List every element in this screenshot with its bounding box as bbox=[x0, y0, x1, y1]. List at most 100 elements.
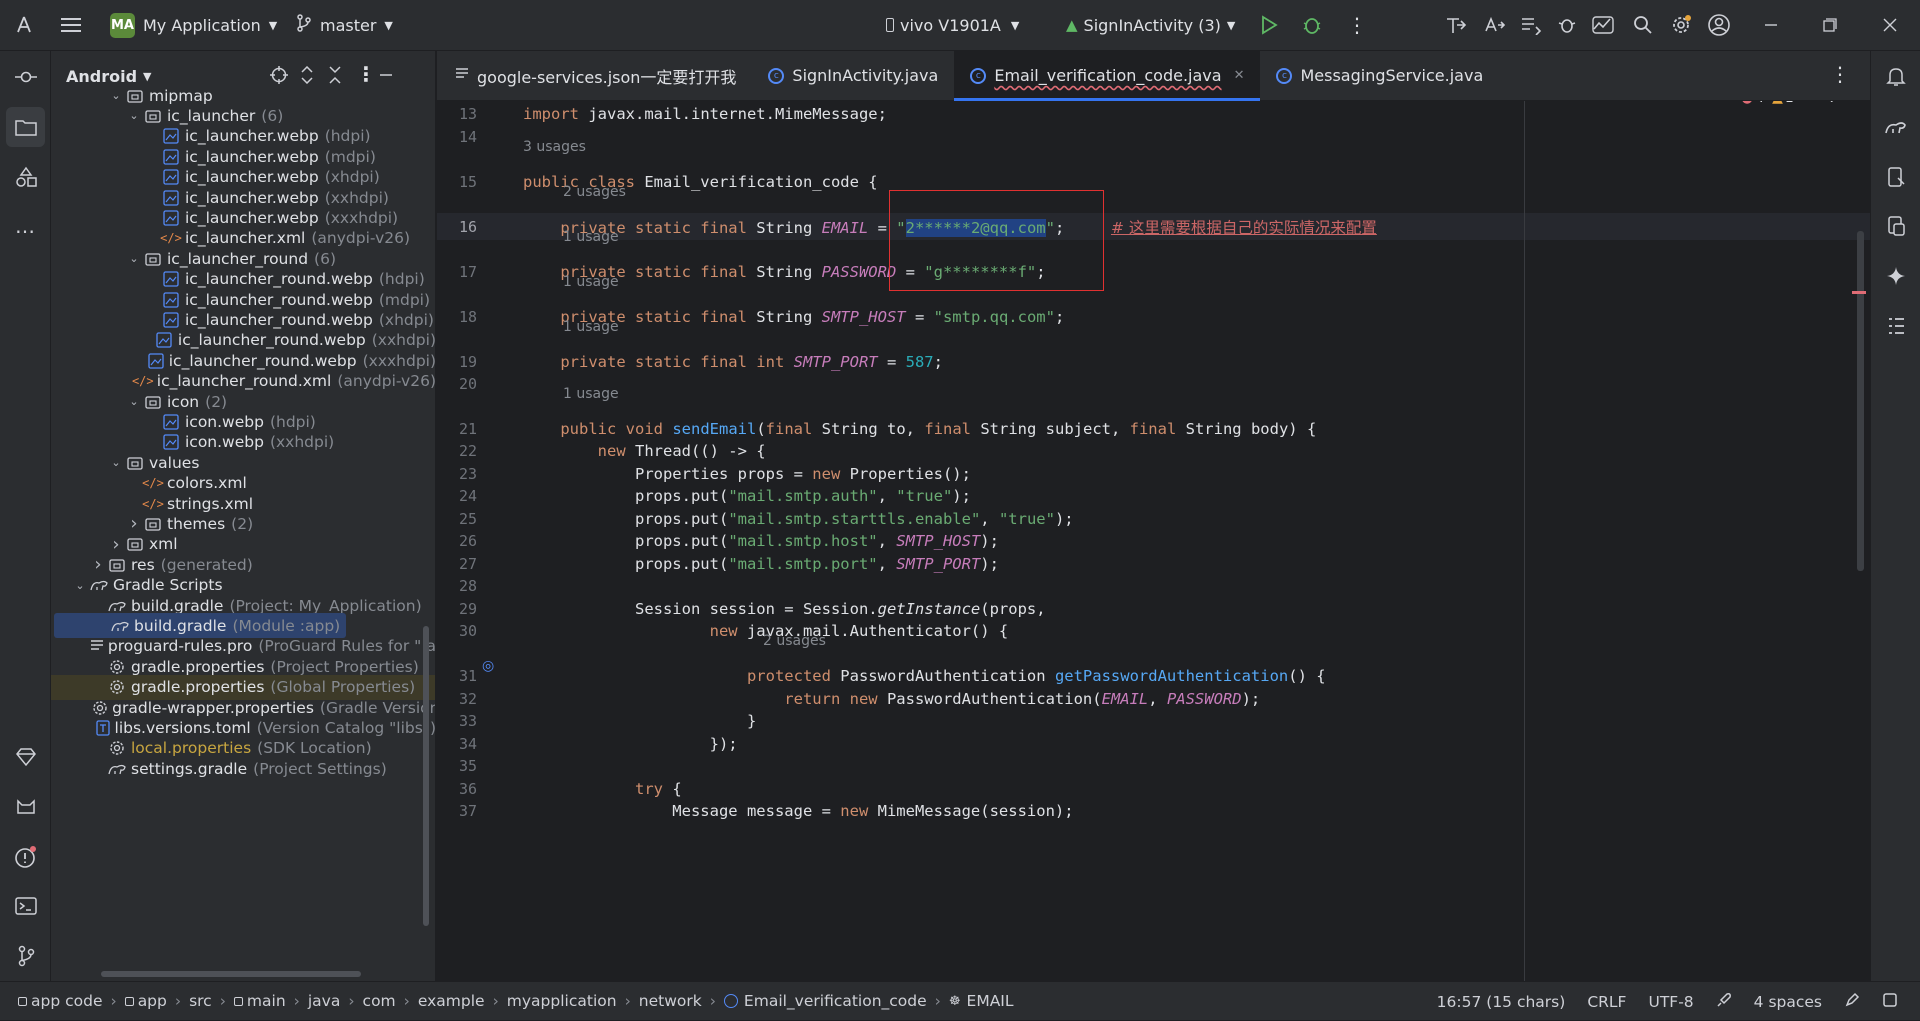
gemini-icon[interactable] bbox=[0, 737, 51, 777]
project-switcher[interactable]: MA My Application ▼ bbox=[110, 0, 277, 51]
close-tab-icon[interactable]: ✕ bbox=[1234, 68, 1245, 83]
more-tool-windows-icon[interactable]: … bbox=[0, 206, 51, 246]
tree-item-hint: (generated) bbox=[160, 555, 253, 574]
previous-highlight-icon[interactable]: ⌃ bbox=[1806, 101, 1815, 105]
chevron-down-icon[interactable]: ⌄ bbox=[107, 456, 125, 469]
editor-tab-bar: google-services.json一定要打开我 c SignInActivit… bbox=[437, 50, 1870, 101]
run-button[interactable] bbox=[1260, 0, 1278, 51]
tab-list-more-icon[interactable]: ⋮ bbox=[1830, 62, 1850, 86]
chevron-down-icon: ▼ bbox=[1226, 18, 1236, 32]
breadcrumb-item[interactable]: java bbox=[308, 992, 340, 1010]
code-line[interactable]: 18 private static final String SMTP_HOST… bbox=[437, 303, 1870, 330]
chevron-down-icon[interactable]: ⌄ bbox=[125, 252, 143, 265]
editor-tab[interactable]: c SignInActivity.java bbox=[752, 51, 954, 101]
memory-indicator-icon[interactable] bbox=[1882, 992, 1898, 1012]
code-line[interactable]: 15 public class Email_verification_code { bbox=[437, 168, 1870, 195]
version-control-icon[interactable] bbox=[0, 936, 51, 976]
editor-tab[interactable]: c Email_verification_code.java ✕ bbox=[954, 50, 1261, 101]
chevron-down-icon[interactable]: ⌄ bbox=[125, 395, 143, 408]
device-selector[interactable]: vivo V1901A ▼ bbox=[886, 0, 1019, 51]
breadcrumb-item[interactable]: network bbox=[639, 992, 702, 1010]
account-icon[interactable] bbox=[1707, 0, 1731, 51]
breadcrumb-item[interactable]: app code bbox=[18, 992, 102, 1010]
search-icon[interactable] bbox=[1633, 0, 1653, 51]
folder-icon bbox=[143, 250, 163, 268]
structure-icon[interactable] bbox=[1871, 306, 1920, 346]
main-menu-icon[interactable] bbox=[60, 0, 82, 51]
code-editor[interactable]: 12import javax.mail.internet.InternetAdd… bbox=[437, 101, 1870, 981]
read-only-toggle-icon[interactable] bbox=[1844, 992, 1860, 1012]
usages-inlay-hint[interactable]: 1 usage bbox=[563, 319, 619, 339]
tree-item-label: ic_launcher_round.webp bbox=[185, 270, 373, 289]
gemini-sparkle-icon[interactable] bbox=[1871, 256, 1920, 296]
sync-icon[interactable] bbox=[1520, 0, 1542, 51]
tree-horizontal-scrollbar[interactable] bbox=[101, 971, 361, 977]
line-separator[interactable]: CRLF bbox=[1587, 993, 1626, 1011]
settings-gear-icon[interactable] bbox=[1670, 0, 1692, 51]
usages-inlay-hint[interactable]: 2 usages bbox=[763, 633, 826, 653]
problems-icon[interactable] bbox=[0, 837, 51, 877]
terminal-icon[interactable] bbox=[0, 886, 51, 926]
gradle-icon[interactable] bbox=[1871, 107, 1920, 147]
code-text: props.put("mail.smtp.host", SMTP_HOST); bbox=[523, 531, 999, 550]
profiler-icon[interactable] bbox=[1592, 0, 1614, 51]
logcat-icon[interactable] bbox=[0, 787, 51, 827]
tree-item[interactable]: settings.gradle (Project Settings) bbox=[51, 756, 435, 781]
attach-debugger-icon[interactable] bbox=[1557, 0, 1577, 51]
apply-code-changes-icon[interactable] bbox=[1484, 0, 1506, 51]
chevron-down-icon[interactable]: ▼ bbox=[143, 70, 151, 83]
debug-button[interactable] bbox=[1302, 0, 1322, 51]
caret-position[interactable]: 16:57 (15 chars) bbox=[1437, 993, 1566, 1011]
breadcrumb-item[interactable]: main bbox=[233, 992, 286, 1010]
breadcrumb-item[interactable]: example bbox=[418, 992, 485, 1010]
device-manager-icon[interactable] bbox=[1871, 157, 1920, 197]
vcs-branch-widget[interactable]: master ▼ bbox=[296, 0, 393, 51]
file-encoding[interactable]: UTF-8 bbox=[1648, 993, 1693, 1011]
restore-window-icon[interactable] bbox=[1823, 0, 1837, 51]
line-number: 13 bbox=[458, 104, 477, 123]
usages-inlay-hint[interactable]: 1 usage bbox=[563, 229, 619, 249]
minimize-window-icon[interactable] bbox=[1764, 0, 1778, 51]
usages-inlay-hint[interactable]: 3 usages bbox=[523, 139, 586, 159]
resource-manager-icon[interactable] bbox=[0, 157, 51, 197]
breadcrumb-item[interactable]: com bbox=[363, 992, 396, 1010]
breadcrumb-item[interactable]: myapplication bbox=[507, 992, 617, 1010]
apply-changes-icon[interactable] bbox=[1445, 0, 1467, 51]
code-line[interactable]: 20 bbox=[437, 370, 1870, 397]
rocket-icon[interactable] bbox=[1716, 992, 1732, 1012]
code-line[interactable]: 37 Message message = new MimeMessage(ses… bbox=[437, 797, 1870, 824]
breadcrumb-item[interactable]: app bbox=[124, 992, 167, 1010]
more-actions-icon[interactable]: ⋮ bbox=[1347, 0, 1367, 51]
implements-gutter-icon[interactable]: ◎ bbox=[482, 658, 494, 674]
error-stripe-marker[interactable] bbox=[1852, 291, 1866, 294]
code-line[interactable]: 16 private static final String EMAIL = "… bbox=[437, 213, 1870, 240]
breadcrumb-item[interactable]: ☸ EMAIL bbox=[949, 992, 1014, 1010]
breadcrumb-item[interactable]: Email_verification_code bbox=[723, 992, 927, 1010]
chevron-down-icon[interactable]: ⌄ bbox=[125, 109, 143, 122]
editor-tab[interactable]: c MessagingService.java bbox=[1260, 51, 1499, 101]
indent-setting[interactable]: 4 spaces bbox=[1754, 993, 1822, 1011]
usages-inlay-hint[interactable]: 1 usage bbox=[563, 386, 619, 406]
xml-file-icon: </> bbox=[131, 374, 154, 389]
inspection-widget[interactable]: ● 4 ▲ 1 ⌃ ⌄ bbox=[1741, 101, 1836, 106]
project-folder-icon[interactable] bbox=[6, 107, 45, 147]
editor-tab[interactable]: google-services.json一定要打开我 bbox=[437, 51, 752, 101]
usages-inlay-hint[interactable]: 2 usages bbox=[563, 184, 626, 204]
chevron-down-icon[interactable]: ⌄ bbox=[107, 89, 125, 102]
code-line[interactable]: 17 private static final String PASSWORD … bbox=[437, 258, 1870, 285]
notifications-icon[interactable] bbox=[1871, 57, 1920, 97]
commit-icon[interactable] bbox=[0, 57, 51, 97]
breadcrumb-item[interactable]: src bbox=[189, 992, 212, 1010]
next-highlight-icon[interactable]: ⌄ bbox=[1827, 101, 1836, 105]
code-line[interactable]: 30 new javax.mail.Authenticator() { bbox=[437, 617, 1870, 644]
breadcrumb-separator-icon: › bbox=[348, 992, 355, 1010]
run-configuration-selector[interactable]: ▲ SignInActivity (3) ▼ bbox=[1066, 0, 1235, 51]
editor-tabs-list: google-services.json一定要打开我 c SignInActivit… bbox=[437, 50, 1499, 101]
tree-scrollbar[interactable] bbox=[423, 626, 429, 926]
usages-inlay-hint[interactable]: 1 usage bbox=[563, 274, 619, 294]
running-devices-icon[interactable] bbox=[1871, 206, 1920, 246]
editor-scrollbar[interactable] bbox=[1857, 231, 1864, 571]
chevron-down-icon[interactable]: ⌄ bbox=[71, 579, 89, 592]
code-line[interactable]: 14 bbox=[437, 123, 1870, 150]
close-window-icon[interactable] bbox=[1883, 0, 1897, 51]
